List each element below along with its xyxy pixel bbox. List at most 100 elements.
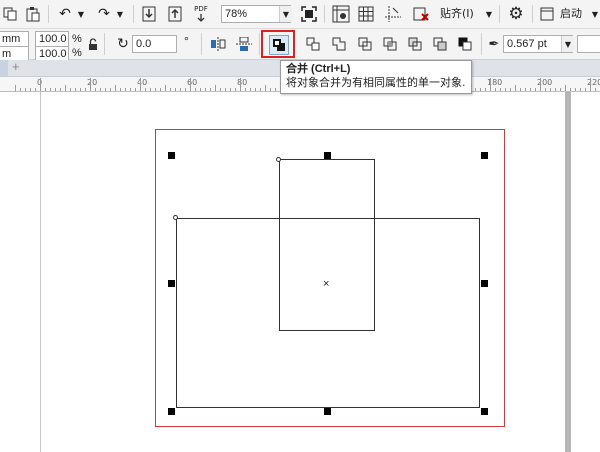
launch-icon[interactable] bbox=[538, 5, 556, 23]
ruler-tick bbox=[55, 88, 56, 91]
ruler-tick bbox=[20, 88, 21, 91]
paste-icon[interactable] bbox=[25, 6, 41, 22]
selection-handle-left[interactable] bbox=[168, 280, 175, 287]
ruler-tick bbox=[15, 85, 16, 91]
ruler-tick bbox=[570, 88, 571, 91]
mirror-horizontal-icon[interactable] bbox=[209, 36, 227, 52]
intersect-icon[interactable] bbox=[381, 36, 399, 52]
ruler-tick bbox=[565, 85, 566, 91]
snap-off-icon[interactable] bbox=[410, 5, 432, 23]
zoom-dropdown-icon[interactable]: ▼ bbox=[279, 6, 292, 22]
ruler-tick bbox=[135, 88, 136, 91]
settings-icon[interactable]: ⚙ bbox=[506, 4, 526, 24]
ruler-tick bbox=[555, 88, 556, 91]
ruler-tick bbox=[95, 88, 96, 91]
mirror-vertical-icon[interactable] bbox=[235, 36, 253, 52]
simplify-icon[interactable] bbox=[406, 36, 424, 52]
ruler-tick bbox=[45, 88, 46, 91]
pdf-icon[interactable]: PDF bbox=[190, 3, 212, 25]
break-apart-icon[interactable] bbox=[304, 36, 322, 52]
chevron-down-icon[interactable]: ▼ bbox=[115, 5, 125, 23]
ruler-tick bbox=[80, 88, 81, 91]
redo-icon[interactable]: ↷ bbox=[94, 5, 114, 23]
separator bbox=[259, 33, 260, 55]
canvas-right-area bbox=[571, 92, 600, 452]
standard-toolbar: ↶ ▼ ↷ ▼ PDF 78% ▼ 贴齐(I) ▼ ⚙ 启动 ▼ bbox=[0, 0, 600, 29]
ruler-tick bbox=[175, 88, 176, 91]
ruler-tick bbox=[275, 88, 276, 91]
ruler-tick bbox=[140, 78, 141, 91]
show-guidelines-icon[interactable] bbox=[384, 5, 402, 23]
ruler-tick bbox=[585, 88, 586, 91]
full-screen-icon[interactable] bbox=[300, 5, 318, 23]
import-icon[interactable] bbox=[140, 5, 158, 23]
separator bbox=[48, 5, 49, 23]
ruler-label: 220 bbox=[587, 78, 600, 87]
node-handle[interactable] bbox=[173, 215, 178, 220]
ruler-tick bbox=[580, 88, 581, 91]
ruler-tick bbox=[490, 78, 491, 91]
chevron-down-icon[interactable]: ▼ bbox=[590, 5, 600, 23]
ruler-tick bbox=[50, 88, 51, 91]
ruler-tick bbox=[115, 85, 116, 91]
selection-handle-top-left[interactable] bbox=[168, 152, 175, 159]
trim-icon[interactable] bbox=[356, 36, 374, 52]
ruler-tick bbox=[185, 88, 186, 91]
combine-icon bbox=[269, 35, 289, 55]
small-rectangle[interactable] bbox=[279, 159, 375, 331]
separator bbox=[104, 33, 105, 55]
front-minus-back-icon[interactable] bbox=[431, 36, 449, 52]
show-rulers-icon[interactable] bbox=[331, 4, 351, 24]
document-tab[interactable] bbox=[0, 60, 8, 76]
rotation-angle-field[interactable]: 0.0 bbox=[132, 35, 177, 53]
chevron-down-icon[interactable]: ▼ bbox=[76, 5, 86, 23]
ruler-tick bbox=[65, 85, 66, 91]
ruler-tick bbox=[230, 88, 231, 91]
ruler-tick bbox=[210, 88, 211, 91]
weld-icon[interactable] bbox=[330, 36, 348, 52]
undo-icon[interactable]: ↶ bbox=[55, 5, 75, 23]
ruler-tick bbox=[90, 78, 91, 91]
separator bbox=[481, 33, 482, 55]
ruler-tick bbox=[595, 88, 596, 91]
ruler-tick bbox=[270, 88, 271, 91]
canvas-left-area bbox=[0, 92, 40, 452]
selection-handle-bottom-right[interactable] bbox=[481, 408, 488, 415]
selection-handle-top-right[interactable] bbox=[481, 152, 488, 159]
launch-menu[interactable]: 启动 bbox=[560, 7, 582, 21]
ruler-tick bbox=[475, 88, 476, 91]
selection-handle-right[interactable] bbox=[481, 280, 488, 287]
selection-handle-bottom[interactable] bbox=[324, 408, 331, 415]
ruler-tick bbox=[225, 88, 226, 91]
ruler-tick bbox=[180, 88, 181, 91]
ruler-tick bbox=[120, 88, 121, 91]
back-minus-front-icon[interactable] bbox=[456, 36, 474, 52]
node-handle[interactable] bbox=[276, 157, 281, 162]
ruler-tick bbox=[215, 85, 216, 91]
export-icon[interactable] bbox=[166, 5, 184, 23]
ruler-tick bbox=[550, 88, 551, 91]
ruler-tick bbox=[40, 78, 41, 91]
ruler-tick bbox=[480, 88, 481, 91]
ruler-tick bbox=[155, 88, 156, 91]
lock-ratio-icon[interactable] bbox=[87, 37, 99, 51]
combine-button[interactable] bbox=[261, 30, 295, 58]
ruler-tick bbox=[205, 88, 206, 91]
rotate-icon[interactable]: ↻ bbox=[115, 36, 131, 52]
outline-width-dropdown-icon[interactable]: ▼ bbox=[561, 36, 574, 52]
snap-to-menu[interactable]: 贴齐(I) bbox=[440, 7, 474, 21]
ruler-tick bbox=[545, 88, 546, 91]
page-left-edge bbox=[40, 92, 41, 452]
selection-handle-top[interactable] bbox=[324, 152, 331, 159]
percent-label: % bbox=[72, 47, 82, 59]
degree-label: ° bbox=[184, 34, 189, 48]
chevron-down-icon[interactable]: ▼ bbox=[484, 5, 494, 23]
outline-style-select[interactable] bbox=[577, 35, 600, 53]
center-x-marker[interactable]: × bbox=[323, 277, 329, 291]
ruler-tick bbox=[485, 88, 486, 91]
selection-handle-bottom-left[interactable] bbox=[168, 408, 175, 415]
copy-icon[interactable] bbox=[2, 6, 18, 22]
show-grid-icon[interactable] bbox=[357, 5, 375, 23]
ruler-tick bbox=[500, 88, 501, 91]
add-tab-icon[interactable]: + bbox=[12, 60, 20, 74]
